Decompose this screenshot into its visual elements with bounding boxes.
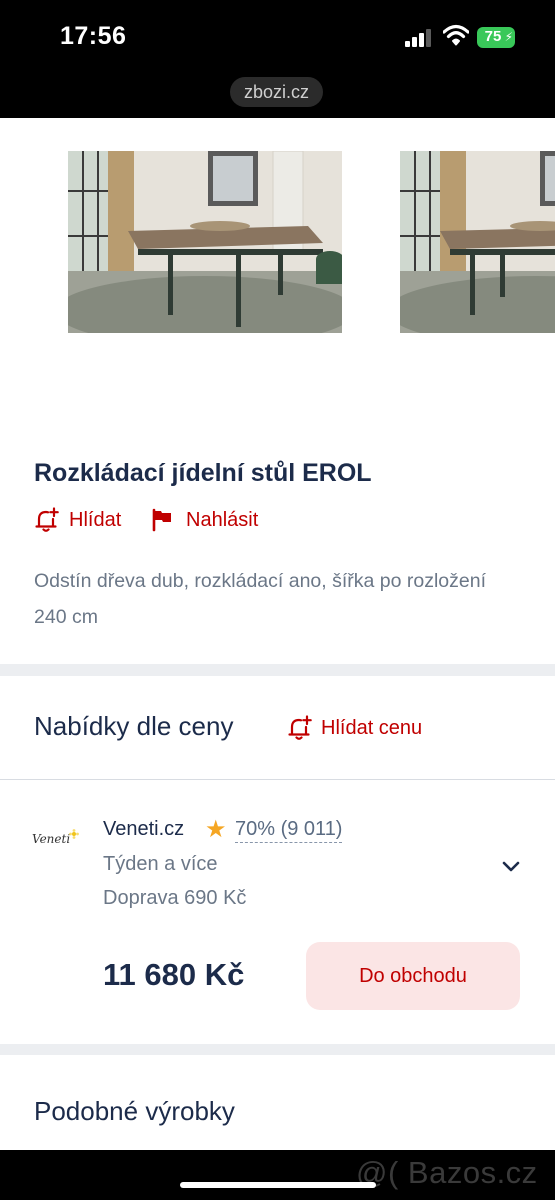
watch-button[interactable]: Hlídat (34, 506, 121, 534)
star-icon: ★ (205, 816, 227, 843)
offer-price: 11 680 Kč (103, 957, 245, 992)
watch-label: Hlídat (69, 508, 122, 531)
similar-products-heading: Podobné výrobky (34, 1096, 235, 1126)
divider (0, 779, 555, 780)
watermark: @( Bazos.cz (356, 1155, 538, 1190)
watch-price-label: Hlídat cenu (321, 716, 423, 739)
signal-icon (405, 29, 433, 47)
flag-icon (152, 508, 171, 532)
product-image-carousel[interactable] (0, 118, 555, 428)
delivery-time: Týden a více (103, 853, 218, 875)
chevron-down-icon[interactable] (500, 858, 522, 876)
charging-bolt-icon: ⚡ (504, 30, 513, 44)
shop-rating[interactable]: 70% (9 011) (235, 818, 343, 843)
report-button[interactable]: Nahlásit (151, 506, 258, 534)
go-to-shop-label: Do obchodu (359, 964, 467, 987)
product-image[interactable] (400, 151, 555, 333)
table-photo (400, 151, 555, 333)
url-bar[interactable]: zbozi.cz (230, 77, 323, 107)
product-title: Rozkládací jídelní stůl EROL (34, 459, 372, 487)
battery-icon: 75 ⚡ (477, 27, 515, 48)
bottom-bar: @( Bazos.cz (0, 1150, 555, 1200)
report-label: Nahlásit (186, 508, 259, 531)
status-time: 17:56 (60, 22, 127, 50)
status-bar: 17:56 75 ⚡ zbozi.cz (0, 0, 555, 118)
shop-logo[interactable]: Veneti (30, 826, 86, 852)
home-indicator[interactable] (180, 1182, 376, 1188)
table-photo (68, 151, 342, 333)
watch-price-button[interactable]: Hlídat cenu (287, 713, 422, 743)
product-image[interactable] (68, 151, 342, 333)
section-divider (0, 664, 555, 676)
section-divider (0, 1044, 555, 1055)
shop-logo-text: Veneti (32, 832, 70, 846)
bell-plus-icon (288, 715, 312, 740)
shipping-cost: Doprava 690 Kč (103, 887, 247, 909)
shop-name[interactable]: Veneti.cz (103, 818, 184, 841)
bell-plus-icon (35, 507, 59, 532)
offers-heading: Nabídky dle ceny (34, 711, 234, 741)
product-description: Odstín dřeva dub, rozkládací ano, šířka … (34, 570, 486, 628)
url-text: zbozi.cz (243, 82, 310, 102)
go-to-shop-button[interactable]: Do obchodu (306, 942, 520, 1010)
wifi-icon (443, 24, 469, 46)
